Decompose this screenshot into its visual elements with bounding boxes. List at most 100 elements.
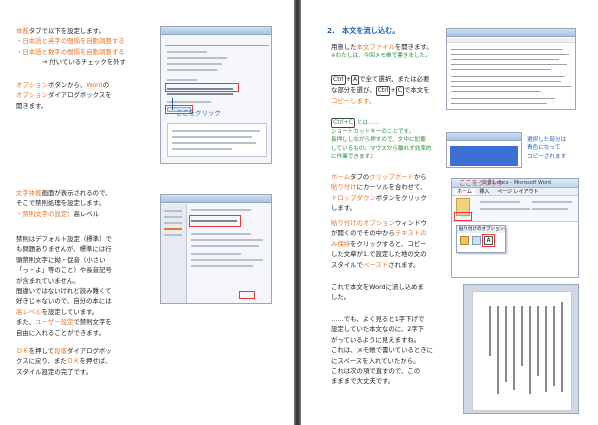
keep-term: み保持 xyxy=(331,239,351,248)
body-line: 間違いではないけれど読み難くて xyxy=(16,287,112,296)
body-line: 「っ・よ」等のこと）や長音記号 xyxy=(16,266,112,275)
section-heading: 2. 本文を流し込む。 xyxy=(327,26,400,35)
tip-text: とは…… xyxy=(356,120,380,126)
tab-name: 体裁 xyxy=(16,27,29,35)
notepad-titlebar xyxy=(447,29,575,37)
text-frag: で禁則文字を xyxy=(73,318,112,327)
text-frag: 用意した xyxy=(331,43,357,51)
text-only-term: テキストの xyxy=(394,229,427,238)
tip-text: しているもの。マウスから離れず効率的 xyxy=(331,145,432,152)
done-paragraph: これで本文をWordに流し込めま した。 xyxy=(331,282,424,303)
ok-button-highlight xyxy=(239,291,255,299)
high-level-term: 高レベル xyxy=(16,307,42,316)
user-setting-term: ユーザー設定 xyxy=(35,318,74,327)
text-frag: タブの xyxy=(349,173,370,181)
left-page: 体裁タブで以下を設定します。 ・日本語と英字の間隔を自動調整する ・日本語と数字… xyxy=(0,0,294,425)
word-ribbon-screenshot: 文書1.docx - Microsoft Word ホーム 挿入 ページ レイア… xyxy=(451,178,579,278)
keep-source-format-icon[interactable] xyxy=(460,236,469,245)
section1-text: 体裁タブで以下を設定します。 ・日本語と英字の間隔を自動調整する ・日本語と数字… xyxy=(16,26,126,68)
ok-paragraph: ＯＫを押して段落ダイアログボッ クスに戻り、またＯＫを押せば、 スタイル設定の完… xyxy=(16,346,112,377)
paste-paragraph: ホームタブのクリップボードから 貼り付けにカーソルを合わせて、 ドロップダウンボ… xyxy=(331,172,427,214)
kinsoku-paragraph: 禁則はデフォルト設定（標準）で も問題ありませんが、標準には行 頭禁則文字に拗・… xyxy=(16,234,112,338)
paste-options-menu: 貼り付けのオプション: A xyxy=(456,225,506,253)
tab-home[interactable]: ホーム xyxy=(454,189,475,195)
indent-note-paragraph: ……でも、よく見ると1字下げで 設定していた本文なのに、2字下 がっているように… xyxy=(331,314,433,387)
paste-term: 貼り付け xyxy=(331,183,357,192)
body-line: ……でも、よく見ると1字下げで xyxy=(331,315,425,323)
text-frag: クスに戻り、また xyxy=(16,357,67,366)
bullet-2: ・日本語と数字の間隔を自動調整する xyxy=(16,47,125,56)
merge-format-icon[interactable] xyxy=(472,236,481,245)
body-line: 頭禁則文字に拗・促音（小さい xyxy=(16,255,106,264)
keep-text-only-icon[interactable]: A xyxy=(484,236,493,245)
word-options-screenshot xyxy=(160,194,272,304)
shortcut-tip: Ctrl+C とは…… ショートカットキーのことです。 長押ししながら押すので、… xyxy=(331,118,432,162)
a-key: A xyxy=(351,75,360,85)
text-frag: ウィンドウ xyxy=(394,219,427,227)
note-line: 青色になって xyxy=(527,145,561,152)
shortcut-key: Ctrl+C xyxy=(331,118,355,128)
click-here-callout: ここをクリック xyxy=(176,109,221,117)
dropdown-term: ドロップダウン xyxy=(331,193,376,202)
body-line: 禁則はデフォルト設定（標準）で xyxy=(16,235,112,243)
setting-term: ・禁則文字の設定 xyxy=(16,209,68,218)
body-line: がっているように見えますね。 xyxy=(331,335,421,344)
ok-term: ＯＫ xyxy=(16,347,29,355)
instruction-text: タブで以下を設定します。 xyxy=(28,27,105,35)
text-frag: そこで禁則処理を設定します。 xyxy=(16,199,105,208)
copy-paragraph: Ctrl + A で全て選択、または必要 な部分を選び、 Ctrl + C で本文を コピーし… xyxy=(331,75,430,105)
tab-insert[interactable]: 挿入 xyxy=(476,189,492,195)
text-frag: にカーソルを合わせて、 xyxy=(356,183,427,192)
text-frag: を開きます。 xyxy=(394,43,433,51)
setting-value: ：高レベル xyxy=(67,209,100,218)
file-term: 本文ファイル xyxy=(356,43,395,51)
click-here-callout: ここをクリック xyxy=(459,179,504,187)
ctrl-key: Ctrl xyxy=(375,86,391,96)
text-frag: 開きます。 xyxy=(16,101,48,110)
selection-note: 選択した部分は 青色になって コピーされます xyxy=(527,136,566,161)
note-line: 選択した部分は xyxy=(527,137,567,143)
paste-options-term: 貼り付けのオプション xyxy=(331,219,395,227)
options-paragraph: オプションボタンから、Wordの オプションダイアログボックスを 開きます。 xyxy=(16,80,112,111)
open-file-paragraph: 用意した本文ファイルを開きます。 ※わたしは、今回メモ帳で書きました。 xyxy=(331,42,433,61)
body-line: まままで大丈夫です。 xyxy=(331,377,395,386)
word-ribbon-tabs: ホーム 挿入 ページ レイアウト xyxy=(452,188,578,196)
notepad-titlebar xyxy=(447,133,521,141)
text-frag: ボタンから、 xyxy=(47,81,87,89)
notepad-note: ※わたしは、今回メモ帳で書きました。 xyxy=(331,53,431,60)
body-line: した。 xyxy=(331,293,351,302)
paste-options-paragraph: 貼り付けのオプションウィンドウ が開くのでその中からテキストの み保持をクリック… xyxy=(331,218,427,270)
text-frag: から xyxy=(413,173,427,181)
options-term: オプション xyxy=(16,91,48,100)
body-line: も問題ありませんが、標準には行 xyxy=(16,245,112,254)
body-line: 好きじゃないので、自分の本には xyxy=(16,297,112,306)
dialog-titlebar xyxy=(161,27,271,35)
clipboard-term: クリップボード xyxy=(369,173,414,181)
ok-term: ＯＫ xyxy=(66,357,80,366)
body-line: スタイル設定の完了です。 xyxy=(16,367,93,376)
text-frag: をクリックすると、コピー xyxy=(350,239,427,248)
document-page xyxy=(472,291,572,411)
text-frag: で本文を xyxy=(403,86,430,94)
paragraph-dialog-screenshot xyxy=(160,26,272,164)
bullet-1: ・日本語と英字の間隔を自動調整する xyxy=(16,37,125,46)
body-line: 設定していた本文なのに、2字下 xyxy=(331,325,425,334)
paste-term: ペースト xyxy=(362,260,389,269)
word-ribbon xyxy=(452,196,578,222)
tip-text: に作業できます♪ xyxy=(331,154,374,161)
tab-page-layout[interactable]: ページ レイアウト xyxy=(494,189,542,195)
paste-dropdown-highlight xyxy=(454,212,472,221)
word-document-screenshot xyxy=(463,284,579,414)
notepad-selected-screenshot xyxy=(446,132,522,168)
section2-text: 文字体裁画面が表示されるので、 そこで禁則処理を設定します。 ・禁則文字の設定：… xyxy=(16,188,112,219)
c-key: C xyxy=(395,86,404,96)
notepad-screenshot xyxy=(446,28,576,110)
tip-text: ショートカットキーのことです。 xyxy=(331,129,415,135)
text-frag: その中から xyxy=(362,229,395,238)
body-line: が含まれていません。 xyxy=(16,276,80,285)
body-line: にスペースを入れていたから。 xyxy=(331,356,420,365)
text-frag: の xyxy=(102,81,110,89)
text-frag: ボタンをクリック xyxy=(375,193,427,202)
text-frag: スタイルで xyxy=(331,260,363,269)
text-frag: で全て選択、または必要 xyxy=(359,75,430,83)
